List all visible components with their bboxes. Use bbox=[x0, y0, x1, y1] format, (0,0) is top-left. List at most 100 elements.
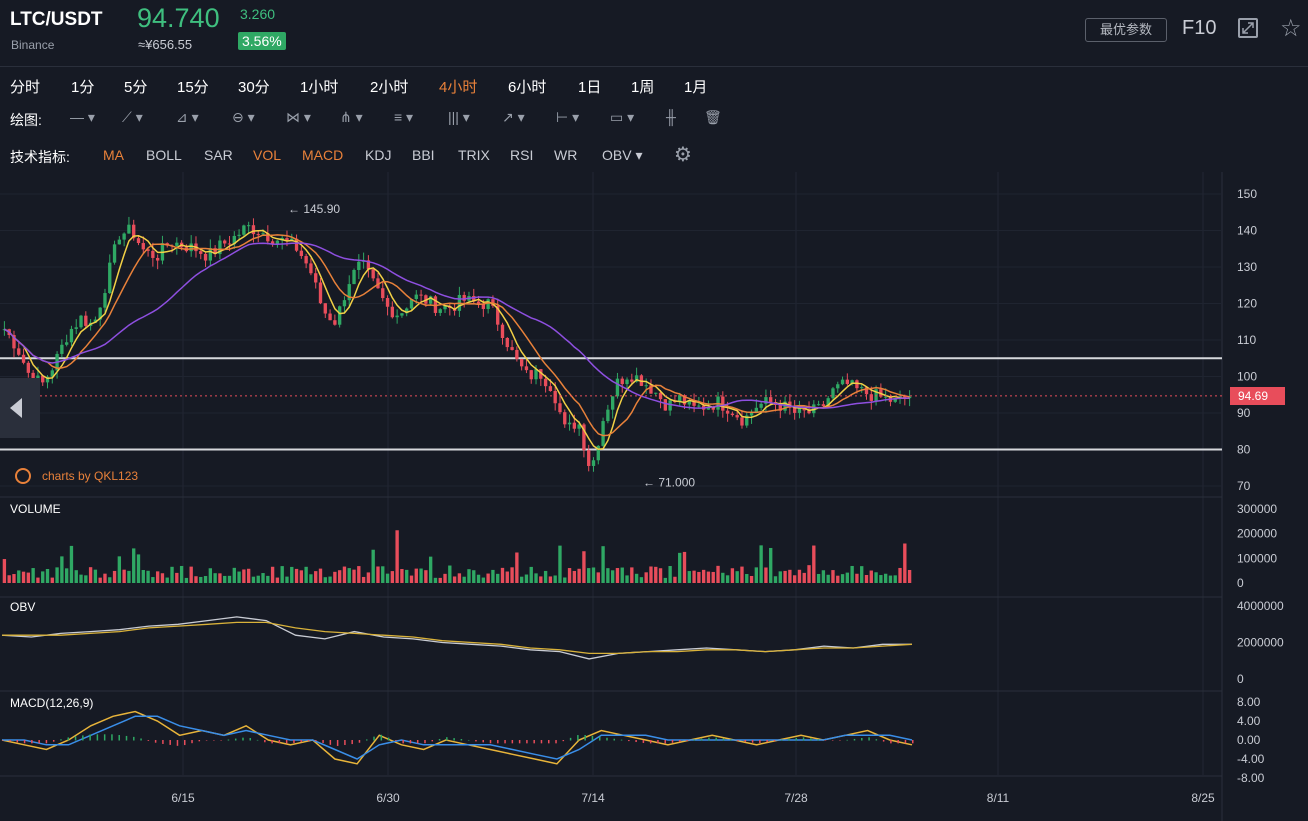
candle-body-96 bbox=[462, 294, 466, 301]
volume-bar-11 bbox=[55, 567, 59, 583]
volume-bar-97 bbox=[467, 569, 471, 583]
indicator-obv[interactable]: OBV ▾ bbox=[602, 147, 642, 164]
macd-hist-119 bbox=[868, 737, 870, 741]
indicator-wr[interactable]: WR bbox=[554, 147, 577, 163]
fib-tool-icon[interactable]: ≡ ▾ bbox=[394, 109, 413, 126]
macd-hist-118 bbox=[861, 737, 863, 741]
x-tick-4: 8/11 bbox=[987, 791, 1010, 805]
x-tick-2: 7/14 bbox=[581, 791, 605, 805]
indicator-vol[interactable]: VOL bbox=[253, 147, 281, 163]
macd-hist-68 bbox=[497, 740, 499, 744]
volume-bar-187 bbox=[898, 567, 902, 583]
favorite-star-icon[interactable]: ☆ bbox=[1280, 14, 1302, 43]
measure-tool-icon[interactable]: ⊢ ▾ bbox=[556, 109, 579, 126]
timeframe-6[interactable]: 2小时 bbox=[370, 76, 408, 97]
volume-bar-99 bbox=[476, 574, 481, 583]
timeframe-9[interactable]: 1日 bbox=[578, 76, 601, 97]
timeframe-2[interactable]: 5分 bbox=[124, 76, 147, 97]
trend-tool-icon[interactable]: ⊿ ▾ bbox=[176, 109, 199, 126]
timeframe-0[interactable]: 分时 bbox=[10, 76, 40, 97]
indicator-sar[interactable]: SAR bbox=[204, 147, 233, 163]
line-tool-icon[interactable]: — ▾ bbox=[70, 109, 95, 126]
timeframe-7[interactable]: 4小时 bbox=[439, 76, 477, 97]
fullscreen-icon[interactable] bbox=[1238, 18, 1258, 38]
timeframe-4[interactable]: 30分 bbox=[238, 76, 270, 97]
scroll-left-button[interactable] bbox=[0, 378, 40, 438]
volume-bar-172 bbox=[826, 574, 830, 583]
macd-hist-19 bbox=[140, 738, 142, 741]
indicator-macd[interactable]: MACD bbox=[302, 147, 343, 163]
timeframe-11[interactable]: 1月 bbox=[684, 76, 707, 97]
volume-bar-136 bbox=[654, 566, 658, 583]
macd-hist-77 bbox=[562, 740, 565, 742]
arrow-tool-icon[interactable]: ↗ ▾ bbox=[502, 109, 525, 126]
ray-tool-icon[interactable]: ⟋ ▾ bbox=[122, 109, 143, 126]
zigzag-tool-icon[interactable]: ⋈ ▾ bbox=[286, 109, 311, 126]
chart-canvas[interactable]: 150 140 130 120 110 100 90 80 70 ← 145.90 ← 71.000… bbox=[0, 172, 1308, 821]
timeframe-8[interactable]: 6小时 bbox=[508, 76, 546, 97]
volume-bar-62 bbox=[299, 570, 304, 583]
timeframe-5[interactable]: 1小时 bbox=[300, 76, 338, 97]
pattern-tool-icon[interactable]: ⋔ ▾ bbox=[340, 109, 363, 126]
macd-hist-59 bbox=[431, 740, 434, 742]
volume-bar-175 bbox=[840, 574, 845, 583]
macd-hist-97 bbox=[708, 737, 710, 741]
macd-hist-74 bbox=[540, 740, 543, 744]
chart-settings-icon[interactable]: ╫ bbox=[666, 109, 676, 125]
volume-bar-156 bbox=[749, 575, 754, 583]
indicator-kdj[interactable]: KDJ bbox=[365, 147, 391, 163]
candle-body-173 bbox=[831, 388, 835, 399]
volume-bar-47 bbox=[227, 575, 232, 583]
gann-tool-icon[interactable]: ||| ▾ bbox=[448, 109, 470, 126]
note-tool-icon[interactable]: ▭ ▾ bbox=[610, 109, 634, 126]
circle-tool-icon[interactable]: ⊖ ▾ bbox=[232, 109, 255, 126]
candle-body-136 bbox=[654, 392, 658, 394]
candle-body-152 bbox=[730, 413, 735, 416]
volume-bar-150 bbox=[721, 572, 725, 583]
candle-body-109 bbox=[524, 366, 529, 371]
indicator-rsi[interactable]: RSI bbox=[510, 147, 533, 163]
trash-icon[interactable]: 🗑 bbox=[704, 109, 722, 126]
volume-bar-124 bbox=[596, 572, 600, 583]
macd-hist-37 bbox=[271, 740, 273, 744]
volume-bar-61 bbox=[294, 568, 299, 583]
candle-body-138 bbox=[663, 399, 668, 411]
volume-bar-8 bbox=[41, 571, 45, 583]
macd-hist-21 bbox=[154, 740, 157, 743]
candle-body-36 bbox=[175, 242, 179, 246]
optimal-params-button[interactable]: 最优参数 bbox=[1085, 18, 1167, 42]
y-tick-obv-0: 4000000 bbox=[1237, 599, 1284, 613]
timeframe-3[interactable]: 15分 bbox=[177, 76, 209, 97]
candle-body-175 bbox=[840, 379, 845, 385]
indicator-bbi[interactable]: BBI bbox=[412, 147, 435, 163]
volume-bar-71 bbox=[342, 566, 347, 583]
macd-hist-2 bbox=[16, 740, 19, 743]
indicator-boll[interactable]: BOLL bbox=[146, 147, 182, 163]
macd-hist-14 bbox=[103, 734, 106, 741]
y-tick-main-2: 130 bbox=[1237, 260, 1257, 274]
f10-button[interactable]: F10 bbox=[1182, 17, 1216, 40]
macd-hist-58 bbox=[424, 740, 426, 744]
macd-hist-16 bbox=[118, 735, 120, 741]
timeframe-1[interactable]: 1分 bbox=[71, 76, 94, 97]
volume-bar-2 bbox=[12, 574, 16, 583]
indicator-settings-gear-icon[interactable]: ⚙ bbox=[674, 142, 692, 167]
macd-hist-11 bbox=[82, 735, 84, 741]
volume-bar-103 bbox=[496, 573, 500, 583]
macd-line-0 bbox=[1, 710, 913, 765]
volume-bar-181 bbox=[869, 570, 873, 583]
volume-bar-56 bbox=[270, 566, 275, 583]
candle-body-125 bbox=[601, 421, 605, 446]
indicator-ma[interactable]: MA bbox=[103, 147, 124, 163]
macd-hist-44 bbox=[322, 740, 324, 743]
volume-bar-90 bbox=[433, 577, 438, 583]
candle-body-77 bbox=[371, 269, 375, 279]
macd-hist-28 bbox=[205, 740, 208, 741]
volume-bar-87 bbox=[419, 568, 423, 583]
candle-body-39 bbox=[189, 243, 193, 252]
timeframe-10[interactable]: 1周 bbox=[631, 76, 654, 97]
volume-bar-24 bbox=[117, 556, 122, 583]
volume-bar-84 bbox=[405, 569, 409, 583]
volume-bar-45 bbox=[218, 573, 222, 583]
indicator-trix[interactable]: TRIX bbox=[458, 147, 490, 163]
